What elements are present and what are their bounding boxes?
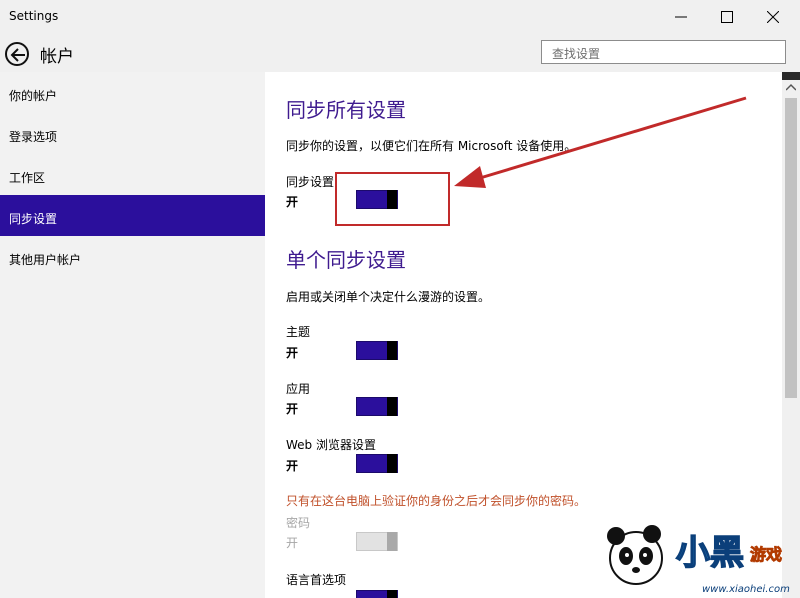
apps-state: 开 (286, 402, 299, 416)
watermark-url: www.xiaohei.com (702, 584, 790, 595)
language-toggle[interactable] (356, 590, 398, 598)
individual-sync-description: 启用或关闭单个决定什么漫游的设置。 (286, 290, 491, 304)
individual-sync-title: 单个同步设置 (286, 248, 406, 272)
web-browser-state: 开 (286, 459, 299, 473)
sidebar-item-label: 登录选项 (9, 130, 58, 144)
sidebar-item-label: 其他用户帐户 (9, 253, 82, 267)
language-label: 语言首选项 (286, 573, 347, 587)
sidebar-item-workplace[interactable]: 工作区 (0, 154, 265, 195)
web-browser-label: Web 浏览器设置 (286, 438, 376, 452)
password-toggle (356, 532, 398, 551)
sync-settings-state: 开 (286, 195, 299, 209)
scroll-up-button[interactable] (782, 80, 800, 94)
close-icon (767, 11, 779, 23)
annotation-highlight-box (335, 172, 450, 226)
sidebar-item-your-account[interactable]: 你的帐户 (0, 72, 265, 113)
sidebar-item-label: 工作区 (9, 171, 46, 185)
sidebar-item-other-users[interactable]: 其他用户帐户 (0, 236, 265, 277)
minimize-icon (675, 16, 687, 18)
theme-label: 主题 (286, 325, 311, 339)
toggle-knob (387, 341, 397, 360)
maximize-button[interactable] (704, 0, 750, 34)
apps-label: 应用 (286, 382, 311, 396)
xiaohei-watermark-logo: 小黑 游戏 www.xiaohei.com (607, 525, 790, 595)
toggle-knob (387, 454, 397, 473)
apps-toggle[interactable] (356, 397, 398, 416)
sidebar: 你的帐户 登录选项 工作区 同步设置 其他用户帐户 (0, 72, 265, 598)
back-arrow-icon (10, 48, 25, 62)
toggle-knob (387, 532, 397, 551)
maximize-icon (721, 11, 733, 23)
watermark-text-main: 小黑 (676, 533, 744, 573)
password-state: 开 (286, 536, 299, 550)
search-input[interactable]: 查找设置 (541, 40, 786, 64)
back-button[interactable] (5, 42, 29, 66)
chevron-up-icon (786, 83, 796, 91)
sync-settings-label: 同步设置 (286, 175, 335, 189)
toggle-knob (387, 397, 397, 416)
page-title: 帐户 (40, 47, 74, 67)
password-warning: 只有在这台电脑上验证你的身份之后才会同步你的密码。 (286, 494, 587, 508)
scroll-thumb[interactable] (785, 98, 797, 398)
password-label: 密码 (286, 516, 311, 530)
sidebar-item-label: 你的帐户 (9, 89, 58, 103)
annotation-arrow-icon (454, 96, 747, 188)
theme-toggle[interactable] (356, 341, 398, 360)
watermark-text-sub: 游戏 (750, 545, 782, 564)
minimize-button[interactable] (658, 0, 704, 34)
window-title: Settings (9, 9, 59, 23)
search-placeholder: 查找设置 (552, 47, 601, 61)
toggle-knob (387, 590, 397, 598)
sidebar-item-label: 同步设置 (9, 212, 58, 226)
close-button[interactable] (750, 0, 796, 34)
sidebar-item-sign-in-options[interactable]: 登录选项 (0, 113, 265, 154)
sidebar-item-sync-settings[interactable]: 同步设置 (0, 195, 265, 236)
sync-all-title: 同步所有设置 (286, 98, 406, 122)
title-bar: Settings (0, 0, 800, 34)
theme-state: 开 (286, 346, 299, 360)
web-browser-toggle[interactable] (356, 454, 398, 473)
